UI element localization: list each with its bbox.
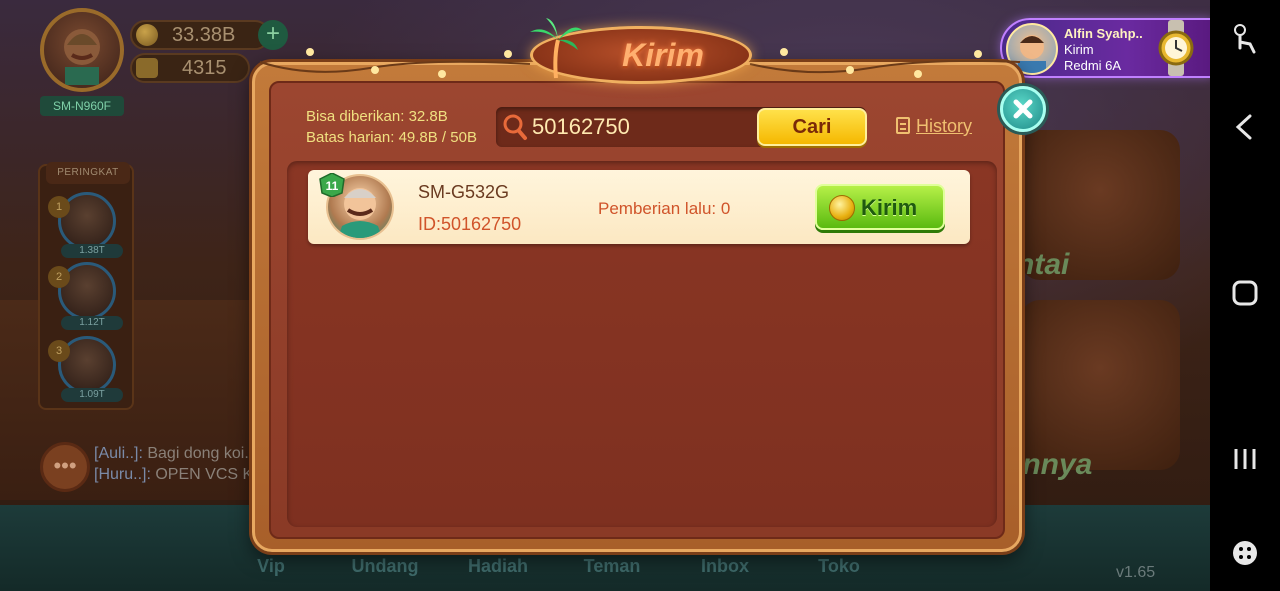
touch-mode-icon[interactable] (1210, 22, 1280, 54)
nav-toko[interactable]: Toko (818, 556, 860, 577)
search-button[interactable]: Cari (757, 108, 867, 146)
giveable-label: Bisa diberikan: (306, 108, 405, 125)
side-label-bottom: innya (1014, 448, 1093, 481)
level-badge-icon: 11 (319, 173, 345, 197)
notification-action: Kirim (1064, 42, 1094, 57)
ranking-badge-3: 3 (48, 340, 70, 362)
send-button-label: Kirim (861, 195, 918, 220)
ranking-badge-1: 1 (48, 196, 70, 218)
back-icon[interactable] (1210, 112, 1280, 142)
ticket-balance-value: 4315 (182, 57, 227, 79)
gift-notification: Alfin Syahp.. Kirim Redmi 6A (1000, 18, 1212, 78)
nav-teman[interactable]: Teman (584, 556, 641, 577)
version-label: v1.65 (1116, 564, 1156, 581)
close-icon (1013, 99, 1033, 119)
palm-tree-icon (530, 18, 582, 79)
daily-limit-label: Batas harian: (306, 129, 395, 146)
side-label-top: ntai (1016, 248, 1070, 281)
nav-hadiah[interactable]: Hadiah (468, 556, 528, 577)
daily-limit: Batas harian: 49.8B / 50B (306, 129, 477, 146)
chat-bubble-icon[interactable]: ••• (40, 442, 90, 492)
ticket-icon (136, 58, 158, 78)
chat-message-1: Bagi dong koi.. (147, 445, 254, 462)
result-player-id: ID:50162750 (418, 214, 522, 234)
bottom-nav: Vip Undang Hadiah Teman Inbox Toko (0, 556, 1210, 586)
ranking-score-1: 1.38T (61, 244, 123, 258)
gold-coin-icon (829, 195, 855, 221)
chat-line-2: [Huru..]: OPEN VCS K.. (94, 466, 262, 484)
coin-balance: 33.38B (130, 20, 270, 50)
game-tools-icon[interactable] (1210, 538, 1280, 568)
coin-balance-value: 33.38B (172, 24, 236, 46)
chat-user-1: [Auli..]: (94, 445, 143, 462)
modal-title: Kirim (622, 37, 704, 73)
home-icon[interactable] (1210, 278, 1280, 308)
level-badge-value: 11 (326, 179, 339, 193)
giveable-value: 32.8B (408, 108, 448, 125)
recent-apps-icon[interactable] (1210, 444, 1280, 474)
coin-icon (136, 24, 158, 46)
result-last-given: Pemberian lalu: 0 (598, 199, 731, 218)
add-coins-button[interactable]: + (258, 20, 288, 50)
android-navigation-bar (1210, 0, 1280, 591)
player-face-icon (64, 29, 100, 85)
chat-line-1: [Auli..]: Bagi dong koi.. (94, 445, 253, 463)
chat-user-2: [Huru..]: (94, 466, 151, 483)
document-icon (896, 117, 910, 134)
ranking-score-2: 1.12T (61, 316, 123, 330)
close-button[interactable] (1000, 86, 1046, 132)
nav-vip[interactable]: Vip (257, 556, 285, 577)
result-player-name: SM-G532G (418, 182, 510, 202)
send-button[interactable]: Kirim (815, 184, 945, 230)
search-result-row: 11 SM-G532G ID:50162750 Pemberian lalu: … (308, 170, 970, 244)
player-avatar[interactable] (40, 8, 124, 92)
nav-inbox[interactable]: Inbox (701, 556, 749, 577)
nav-undang[interactable]: Undang (352, 556, 419, 577)
notification-name: Alfin Syahp.. (1064, 26, 1143, 41)
history-link[interactable]: History (896, 116, 972, 137)
daily-limit-value: 49.8B / 50B (398, 129, 477, 146)
side-game-card-bottom[interactable] (1020, 300, 1180, 470)
watch-icon (1158, 20, 1194, 76)
ranking-badge-2: 2 (48, 266, 70, 288)
player-device-name: SM-N960F (40, 96, 124, 116)
ticket-balance: 4315 (130, 53, 250, 83)
player-id-search-input[interactable] (532, 111, 752, 143)
ranking-score-3: 1.09T (61, 388, 123, 402)
chat-message-2: OPEN VCS K.. (155, 466, 263, 483)
search-icon (503, 114, 527, 140)
ranking-title: PERINGKAT (46, 162, 130, 184)
notification-device: Redmi 6A (1064, 58, 1122, 73)
notification-face-icon (1018, 35, 1046, 73)
ranking-panel[interactable]: PERINGKAT 1 1.38T 2 1.12T 3 1.09T (38, 162, 134, 410)
giveable-amount: Bisa diberikan: 32.8B (306, 108, 448, 125)
history-label: History (916, 116, 973, 136)
